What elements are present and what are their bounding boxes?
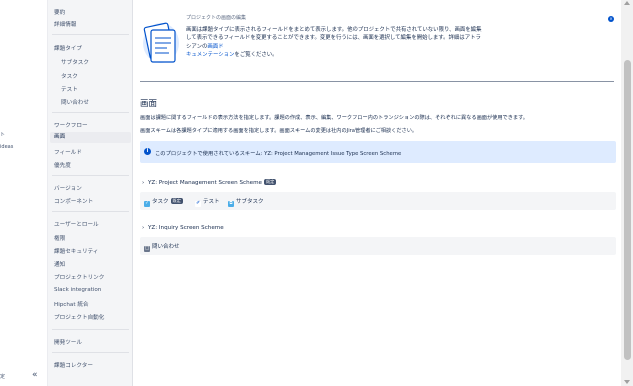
sidebar-item-hipchat[interactable]: Hipchat 統合	[54, 300, 89, 308]
sidebar-item-permissions[interactable]: 権限	[54, 234, 65, 242]
default-badge: 既定	[263, 179, 277, 185]
screens-illustration-icon	[143, 22, 179, 63]
scheme-notice: i このプロジェクトで使用されているスキーム: YZ: Project Mana…	[140, 141, 616, 163]
sidebar-item-versions[interactable]: バージョン	[54, 184, 82, 192]
issue-type-inquiry[interactable]: □ 問い合わせ	[144, 242, 180, 252]
test-icon: ✐	[195, 201, 201, 207]
banner-title: プロジェクトの画面の編集	[186, 15, 247, 21]
screen-scheme-issue-types: □ 問い合わせ	[140, 237, 616, 255]
screens-docs-link[interactable]: キュメンテーション	[186, 52, 234, 58]
info-icon: i	[144, 148, 151, 155]
sidebar-item-subtask[interactable]: サブタスク	[61, 58, 89, 66]
screen-scheme-header[interactable]: › YZ: Project Management Screen Scheme 既定	[142, 179, 277, 186]
screen-scheme-issue-types: ✓ タスク 既定 ✐ テスト ⧉ サブタスク	[140, 192, 616, 210]
project-settings-sidebar: 要約 詳細情報 課題タイプ サブタスク タスク テスト 問い合わせ ワークフロー…	[48, 0, 133, 386]
banner-text-line: をご覧ください。	[234, 52, 278, 59]
sidebar-item-workflows[interactable]: ワークフロー	[54, 121, 88, 129]
scheme-notice-text: このプロジェクトで使用されているスキーム: YZ: Project Manage…	[155, 151, 402, 157]
screens-description: 画面は課題に関するフィールドの表示方法を指定します。課題の作成、表示、編集、ワー…	[140, 115, 528, 121]
main-content: プロジェクトの画面の編集 画面は課題タイプに表示されるフィールドをまとめて表示し…	[133, 0, 621, 386]
page-title: 画面	[140, 99, 158, 109]
banner-divider	[140, 81, 614, 82]
issue-type-label[interactable]: 問い合わせ	[152, 244, 180, 250]
issue-type-label[interactable]: タスク	[152, 199, 169, 205]
sidebar-item-inquiry[interactable]: 問い合わせ	[61, 98, 89, 106]
issue-type-test[interactable]: ✐ テスト	[195, 197, 220, 207]
sidebar-item-notifications[interactable]: 通知	[54, 260, 65, 268]
sidebar-item-automation[interactable]: プロジェクト自動化	[54, 313, 104, 321]
task-checkbox-icon: ✓	[144, 201, 150, 207]
sidebar-item-components[interactable]: コンポーネント	[54, 197, 93, 205]
screen-scheme-name[interactable]: YZ: Project Management Screen Scheme	[148, 180, 262, 186]
sidebar-item-issue-collectors[interactable]: 課題コレクター	[54, 361, 93, 369]
sidebar-item-slack-integration[interactable]: Slack integration	[54, 287, 101, 293]
sidebar-item-issue-security[interactable]: 課題セキュリティ	[54, 247, 98, 255]
sidebar-item-details[interactable]: 詳細情報	[54, 20, 76, 28]
screen-scheme-header[interactable]: › YZ: Inquiry Screen Scheme	[142, 225, 224, 231]
sidebar-divider	[52, 112, 129, 113]
global-navigation-rail: ト ideas 定 «	[0, 0, 48, 386]
sidebar-item-users-roles[interactable]: ユーザーとロール	[54, 220, 99, 228]
sidebar-divider	[52, 211, 129, 212]
issue-type-subtask[interactable]: ⧉ サブタスク	[228, 197, 264, 207]
scroll-down-icon[interactable]	[624, 380, 630, 384]
jira-project-settings: ト ideas 定 « 要約 詳細情報 課題タイプ サブタスク タスク テスト …	[0, 0, 633, 386]
subtask-icon: ⧉	[228, 201, 234, 207]
sidebar-divider	[52, 175, 129, 176]
sidebar-item-test[interactable]: テスト	[61, 85, 78, 93]
sidebar-item-priorities[interactable]: 優先度	[54, 161, 71, 169]
issue-type-label[interactable]: サブタスク	[236, 199, 264, 205]
banner-text-line: できるフィールドを変更することができます。変更を行うには、画面を選択して編集を開…	[186, 35, 481, 50]
sidebar-item-summary[interactable]: 要約	[54, 8, 65, 16]
rail-item[interactable]: ト	[0, 131, 5, 138]
sidebar-item-task[interactable]: タスク	[61, 72, 78, 80]
page-scrollbar[interactable]	[621, 0, 633, 386]
scrollbar-thumb[interactable]	[624, 60, 631, 360]
sidebar-item-project-links[interactable]: プロジェクトリンク	[54, 273, 104, 281]
sidebar-divider	[52, 34, 129, 35]
sidebar-divider	[52, 329, 129, 330]
issue-type-label[interactable]: テスト	[203, 199, 220, 205]
sidebar-divider	[52, 352, 129, 353]
close-banner-icon[interactable]: ×	[608, 16, 614, 22]
sidebar-item-screens[interactable]: 画面	[50, 132, 131, 143]
screens-info-banner: プロジェクトの画面の編集 画面は課題タイプに表示されるフィールドをまとめて表示し…	[137, 10, 618, 78]
sidebar-item-issue-types[interactable]: 課題タイプ	[54, 44, 82, 52]
screen-scheme-name[interactable]: YZ: Inquiry Screen Scheme	[148, 225, 224, 231]
collapse-sidebar-icon[interactable]: «	[32, 370, 38, 380]
inquiry-icon: □	[144, 246, 150, 252]
sidebar-item-dev-tools[interactable]: 開発ツール	[54, 338, 82, 346]
default-badge: 既定	[170, 198, 183, 204]
screens-docs-link[interactable]: 画面ド	[207, 44, 223, 50]
sidebar-item-fields[interactable]: フィールド	[54, 148, 82, 156]
banner-description: 画面は課題タイプに表示されるフィールドをまとめて表示します。他のプロジェクトで共…	[186, 26, 486, 60]
scroll-up-icon[interactable]	[624, 1, 630, 5]
issue-type-task[interactable]: ✓ タスク 既定	[144, 197, 183, 207]
screen-scheme-description: 画面スキームは各課題タイプに適用する画面を指定します。画面スキームの変更は社内の…	[140, 128, 418, 134]
rail-item[interactable]: 定	[0, 373, 5, 380]
rail-item[interactable]: ideas	[0, 144, 13, 150]
